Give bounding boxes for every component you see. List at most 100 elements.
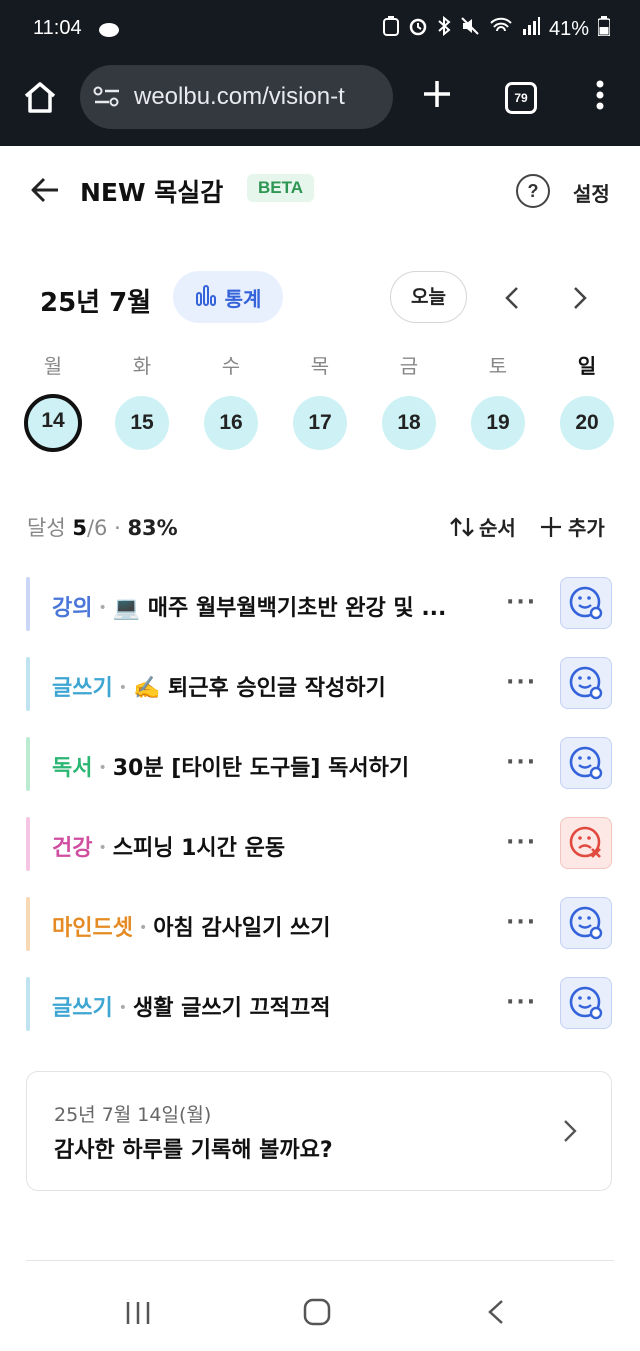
task-name: 아침 감사일기 쓰기 xyxy=(153,916,331,941)
more-options-icon[interactable]: ··· xyxy=(506,990,537,1015)
task-text: 강의 • 💻 매주 월부월백기초반 완강 및 ... xyxy=(52,590,512,622)
journal-date: 25년 7월 14일(월) xyxy=(54,1104,212,1126)
weekday-header: 월 화 수 목 금 토 일 xyxy=(0,350,640,380)
task-row[interactable]: 글쓰기 • 생활 글쓰기 끄적끄적 ··· xyxy=(26,977,616,1031)
separator-dot: • xyxy=(118,1000,127,1016)
more-options-icon[interactable]: ··· xyxy=(506,670,537,695)
task-text: 독서 • 30분 [타이탄 도구들] 독서하기 xyxy=(52,750,512,782)
status-success-face-icon[interactable] xyxy=(560,977,612,1029)
stats-button[interactable]: 통계 xyxy=(173,271,283,323)
weekday-label: 금 xyxy=(399,354,419,378)
task-row[interactable]: 강의 • 💻 매주 월부월백기초반 완강 및 ... ··· xyxy=(26,577,616,631)
day-cell-selected[interactable]: 14 xyxy=(24,394,82,452)
new-tab-icon[interactable] xyxy=(420,77,454,115)
battery-percent: 41% xyxy=(548,17,589,40)
status-bar: 11:04 41% xyxy=(0,0,640,60)
sort-arrows-icon xyxy=(450,516,474,537)
total-count: 6 xyxy=(94,516,108,540)
status-time: 11:04 xyxy=(33,17,82,39)
status-success-face-icon[interactable] xyxy=(560,657,612,709)
recycle-icon xyxy=(382,16,399,42)
weekday-label: 일 xyxy=(577,354,597,378)
more-options-icon[interactable]: ··· xyxy=(506,590,537,615)
stats-label: 통계 xyxy=(224,286,262,311)
day-cell[interactable]: 15 xyxy=(115,396,169,450)
day-cell[interactable]: 16 xyxy=(204,396,258,450)
tab-switcher-button[interactable]: 79 xyxy=(505,82,537,114)
status-fail-face-icon[interactable] xyxy=(560,817,612,869)
status-success-face-icon[interactable] xyxy=(560,577,612,629)
month-navigation: 25년 7월 통계 오늘 xyxy=(0,270,640,326)
signal-icon xyxy=(522,17,540,41)
day-cell[interactable]: 20 xyxy=(560,396,614,450)
mute-icon xyxy=(460,16,480,42)
task-name: 생활 글쓰기 끄적끄적 xyxy=(133,996,331,1021)
weekday-label: 목 xyxy=(310,354,330,378)
task-name: 💻 매주 월부월백기초반 완강 및 ... xyxy=(112,596,447,621)
status-success-face-icon[interactable] xyxy=(560,737,612,789)
category-color-bar xyxy=(26,737,30,791)
more-options-icon[interactable]: ··· xyxy=(506,750,537,775)
add-label: 추가 xyxy=(568,516,605,540)
task-text: 글쓰기 • ✍️ 퇴근후 승인글 작성하기 xyxy=(52,670,512,702)
task-category: 건강 xyxy=(52,836,93,861)
weekday-label: 수 xyxy=(221,354,241,378)
task-category: 마인드셋 xyxy=(52,916,133,941)
home-button-icon[interactable] xyxy=(303,1298,331,1330)
task-row[interactable]: 글쓰기 • ✍️ 퇴근후 승인글 작성하기 ··· xyxy=(26,657,616,711)
category-color-bar xyxy=(26,577,30,631)
wifi-icon xyxy=(489,16,513,42)
task-text: 글쓰기 • 생활 글쓰기 끄적끄적 xyxy=(52,990,512,1022)
task-category: 글쓰기 xyxy=(52,676,113,701)
weekday-label: 토 xyxy=(488,354,508,378)
more-options-icon[interactable]: ··· xyxy=(506,830,537,855)
done-count: 5 xyxy=(72,516,87,540)
home-icon[interactable] xyxy=(22,80,58,118)
back-icon[interactable] xyxy=(487,1299,505,1329)
task-text: 건강 • 스피닝 1시간 운동 xyxy=(52,830,512,862)
task-category: 강의 xyxy=(52,596,93,621)
help-icon[interactable]: ? xyxy=(516,174,550,208)
more-menu-icon[interactable] xyxy=(595,80,605,114)
more-options-icon[interactable]: ··· xyxy=(506,910,537,935)
separator-dot: • xyxy=(98,760,107,776)
day-cell[interactable]: 18 xyxy=(382,396,436,450)
gratitude-journal-card[interactable]: 25년 7월 14일(월) 감사한 하루를 기록해 볼까요? xyxy=(26,1071,612,1191)
plus-icon xyxy=(541,516,561,537)
day-cell[interactable]: 17 xyxy=(293,396,347,450)
alarm-icon xyxy=(408,16,428,42)
achievement-text: 달성 5/6 · 83% xyxy=(27,516,178,540)
address-bar[interactable]: weolbu.com/vision-t xyxy=(80,65,393,129)
day-cell[interactable]: 19 xyxy=(471,396,525,450)
category-color-bar xyxy=(26,897,30,951)
back-arrow-icon[interactable] xyxy=(30,176,60,208)
task-row[interactable]: 건강 • 스피닝 1시간 운동 ··· xyxy=(26,817,616,871)
status-icons: 41% xyxy=(382,15,611,42)
site-settings-icon[interactable] xyxy=(93,85,121,113)
settings-button[interactable]: 설정 xyxy=(573,178,610,207)
task-row[interactable]: 마인드셋 • 아침 감사일기 쓰기 ··· xyxy=(26,897,616,951)
separator-dot: • xyxy=(98,600,107,616)
chevron-right-icon[interactable] xyxy=(573,286,587,314)
task-row[interactable]: 독서 • 30분 [타이탄 도구들] 독서하기 ··· xyxy=(26,737,616,791)
sort-button[interactable]: 순서 xyxy=(449,512,516,541)
chevron-left-icon[interactable] xyxy=(505,286,519,314)
today-button[interactable]: 오늘 xyxy=(390,271,467,323)
recents-icon[interactable] xyxy=(125,1300,151,1330)
add-button[interactable]: 추가 xyxy=(540,512,605,541)
battery-icon xyxy=(597,16,611,42)
separator-dot: • xyxy=(98,840,107,856)
achievement-label: 달성 xyxy=(27,516,66,540)
task-category: 독서 xyxy=(52,756,93,781)
weekday-label: 화 xyxy=(132,354,152,378)
divider xyxy=(26,1260,614,1261)
sort-label: 순서 xyxy=(479,516,516,540)
url-text[interactable]: weolbu.com/vision-t xyxy=(134,83,345,111)
page-title: NEW 목실감 xyxy=(80,178,224,207)
task-name: 스피닝 1시간 운동 xyxy=(112,836,286,861)
journal-prompt: 감사한 하루를 기록해 볼까요? xyxy=(54,1138,333,1163)
task-category: 글쓰기 xyxy=(52,996,113,1021)
status-success-face-icon[interactable] xyxy=(560,897,612,949)
achievement-summary: 달성 5/6 · 83% 순서 추가 xyxy=(0,505,640,545)
task-text: 마인드셋 • 아침 감사일기 쓰기 xyxy=(52,910,512,942)
